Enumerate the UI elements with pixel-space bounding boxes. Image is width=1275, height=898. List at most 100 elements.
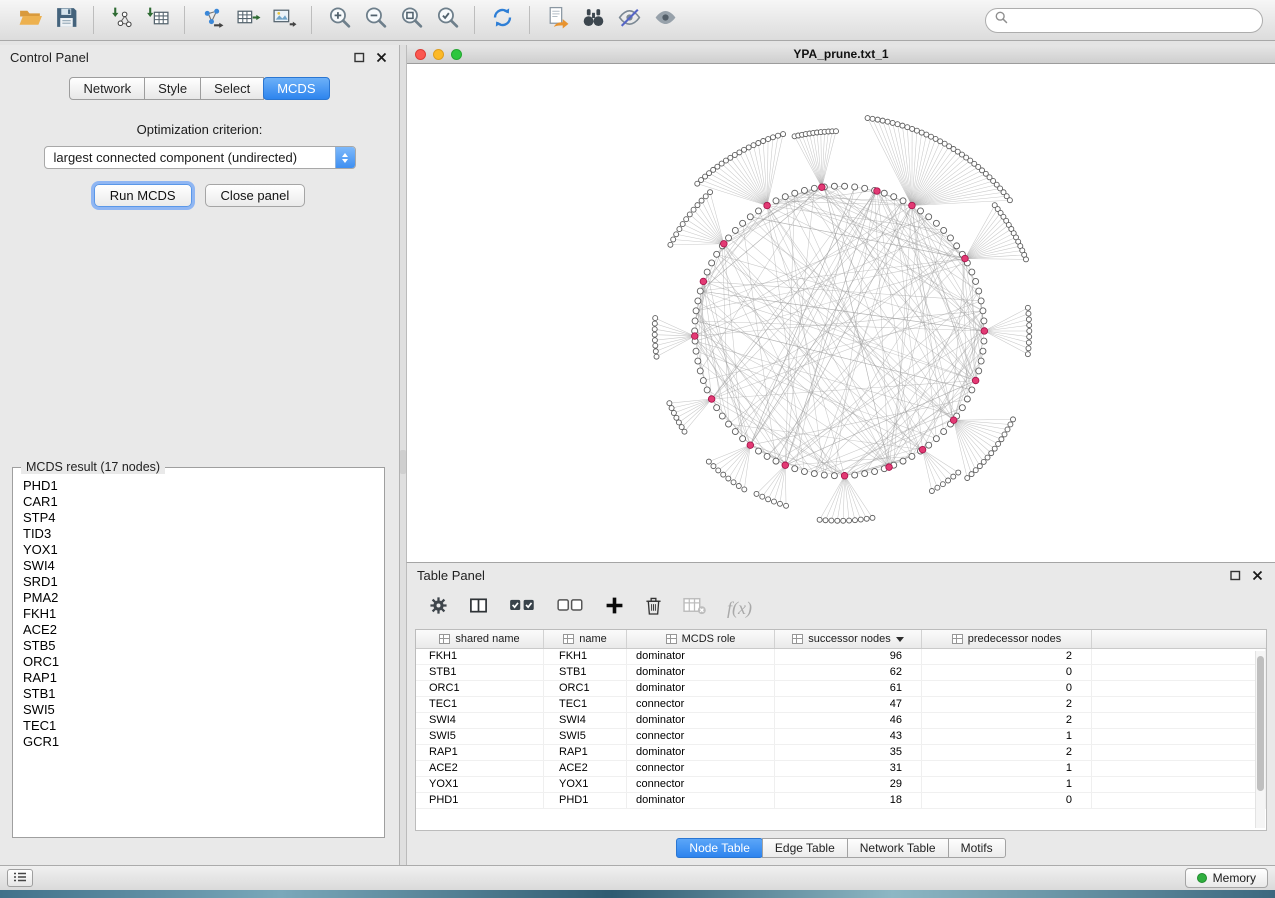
mcds-result-node[interactable]: YOX1 (23, 542, 380, 558)
mcds-result-node[interactable]: SWI4 (23, 558, 380, 574)
mcds-result-node[interactable]: SRD1 (23, 574, 380, 590)
run-mcds-button[interactable]: Run MCDS (94, 184, 192, 207)
mcds-result-node[interactable]: STB5 (23, 638, 380, 654)
dropdown-stepper-icon (335, 147, 355, 168)
column-grid-icon (792, 634, 803, 644)
share-document-button[interactable] (539, 4, 575, 36)
table-row[interactable]: YOX1YOX1connector291 (416, 777, 1266, 793)
column-header-predecessor-nodes[interactable]: predecessor nodes (922, 630, 1092, 648)
search-icon (995, 11, 1008, 29)
column-header-successor-nodes[interactable]: successor nodes (775, 630, 922, 648)
search-input[interactable] (1013, 13, 1253, 27)
create-column-button[interactable] (605, 596, 624, 620)
mcds-result-node[interactable]: CAR1 (23, 494, 380, 510)
table-scrollbar-thumb[interactable] (1257, 656, 1264, 791)
tab-mcds[interactable]: MCDS (263, 77, 329, 100)
network-canvas-svg[interactable] (407, 64, 1275, 562)
close-panel-icon-button[interactable] (373, 50, 389, 65)
mcds-result-node[interactable]: STB1 (23, 686, 380, 702)
tab-select[interactable]: Select (200, 77, 264, 100)
column-header-label: MCDS role (682, 633, 736, 645)
table-row[interactable]: ACE2ACE2connector311 (416, 761, 1266, 777)
table-cell-filler (1092, 777, 1266, 792)
panel-menu-button[interactable] (7, 869, 33, 887)
status-bar: Memory (0, 865, 1275, 890)
open-file-button[interactable] (12, 4, 48, 36)
table-cell: 18 (775, 793, 922, 808)
export-image-button[interactable] (266, 4, 302, 36)
mcds-result-node[interactable]: TEC1 (23, 718, 380, 734)
main-toolbar (0, 0, 1275, 41)
select-all-columns-button[interactable] (509, 596, 536, 620)
show-columns-button[interactable] (469, 596, 488, 620)
refresh-button[interactable] (484, 4, 520, 36)
zoom-in-button[interactable] (321, 4, 357, 36)
table-row[interactable]: SWI5SWI5connector431 (416, 729, 1266, 745)
close-panel-button[interactable]: Close panel (205, 184, 306, 207)
table-cell: 2 (922, 713, 1092, 728)
eye-slash-icon (617, 5, 642, 35)
export-table-button[interactable] (230, 4, 266, 36)
table-row[interactable]: STB1STB1dominator620 (416, 665, 1266, 681)
sort-chevron-icon[interactable] (896, 637, 904, 646)
float-table-panel-button[interactable] (1227, 568, 1243, 583)
tab-motifs[interactable]: Motifs (948, 838, 1006, 858)
search-field[interactable] (985, 8, 1263, 33)
save-button[interactable] (48, 4, 84, 36)
delete-column-button[interactable] (645, 596, 662, 620)
zoom-out-button[interactable] (357, 4, 393, 36)
network-window-titlebar[interactable]: YPA_prune.txt_1 (407, 45, 1275, 64)
mcds-result-node[interactable]: PMA2 (23, 590, 380, 606)
delete-table-button[interactable] (683, 596, 706, 620)
memory-button[interactable]: Memory (1185, 868, 1268, 888)
network-nodes[interactable] (652, 116, 1032, 524)
tab-network-table[interactable]: Network Table (847, 838, 949, 858)
table-cell-filler (1092, 713, 1266, 728)
column-header-label: successor nodes (808, 633, 891, 645)
table-settings-button[interactable] (429, 596, 448, 620)
close-table-panel-button[interactable] (1249, 568, 1265, 583)
table-row[interactable]: RAP1RAP1dominator352 (416, 745, 1266, 761)
binoculars-icon (581, 5, 606, 35)
mcds-result-node[interactable]: SWI5 (23, 702, 380, 718)
zoom-selected-button[interactable] (429, 4, 465, 36)
mcds-result-node[interactable]: STP4 (23, 510, 380, 526)
mcds-result-node[interactable]: GCR1 (23, 734, 380, 750)
mcds-result-node[interactable]: TID3 (23, 526, 380, 542)
hide-details-button[interactable] (611, 4, 647, 36)
tab-network[interactable]: Network (69, 77, 145, 100)
mcds-result-list[interactable]: PHD1CAR1STP4TID3YOX1SWI4SRD1PMA2FKH1ACE2… (23, 478, 380, 833)
mcds-result-node[interactable]: ACE2 (23, 622, 380, 638)
export-network-button[interactable] (194, 4, 230, 36)
table-row[interactable]: ORC1ORC1dominator610 (416, 681, 1266, 697)
column-header-MCDS-role[interactable]: MCDS role (627, 630, 775, 648)
import-network-button[interactable] (103, 4, 139, 36)
tab-edge-table[interactable]: Edge Table (762, 838, 848, 858)
float-panel-button[interactable] (351, 50, 367, 65)
table-row[interactable]: SWI4SWI4dominator462 (416, 713, 1266, 729)
mcds-result-node[interactable]: PHD1 (23, 478, 380, 494)
table-row[interactable]: PHD1PHD1dominator180 (416, 793, 1266, 809)
function-builder-button[interactable]: f(x) (727, 598, 752, 619)
import-table-button[interactable] (139, 4, 175, 36)
tab-node-table[interactable]: Node Table (676, 838, 763, 858)
column-grid-icon (666, 634, 677, 644)
toolbar-separator (184, 6, 185, 34)
column-header-name[interactable]: name (544, 630, 627, 648)
zoom-fit-button[interactable] (393, 4, 429, 36)
mcds-result-node[interactable]: FKH1 (23, 606, 380, 622)
table-cell: dominator (627, 745, 775, 760)
criterion-dropdown[interactable]: largest connected component (undirected) (44, 146, 356, 169)
mcds-result-node[interactable]: RAP1 (23, 670, 380, 686)
table-row[interactable]: TEC1TEC1connector472 (416, 697, 1266, 713)
unselect-all-columns-button[interactable] (557, 596, 584, 620)
tab-style[interactable]: Style (144, 77, 201, 100)
search-network-button[interactable] (575, 4, 611, 36)
column-header-shared-name[interactable]: shared name (416, 630, 544, 648)
table-scrollbar[interactable] (1255, 651, 1265, 828)
show-details-button[interactable] (647, 4, 683, 36)
table-row[interactable]: FKH1FKH1dominator962 (416, 649, 1266, 665)
mcds-result-node[interactable]: ORC1 (23, 654, 380, 670)
network-view-canvas[interactable] (407, 64, 1275, 562)
table-cell: dominator (627, 713, 775, 728)
